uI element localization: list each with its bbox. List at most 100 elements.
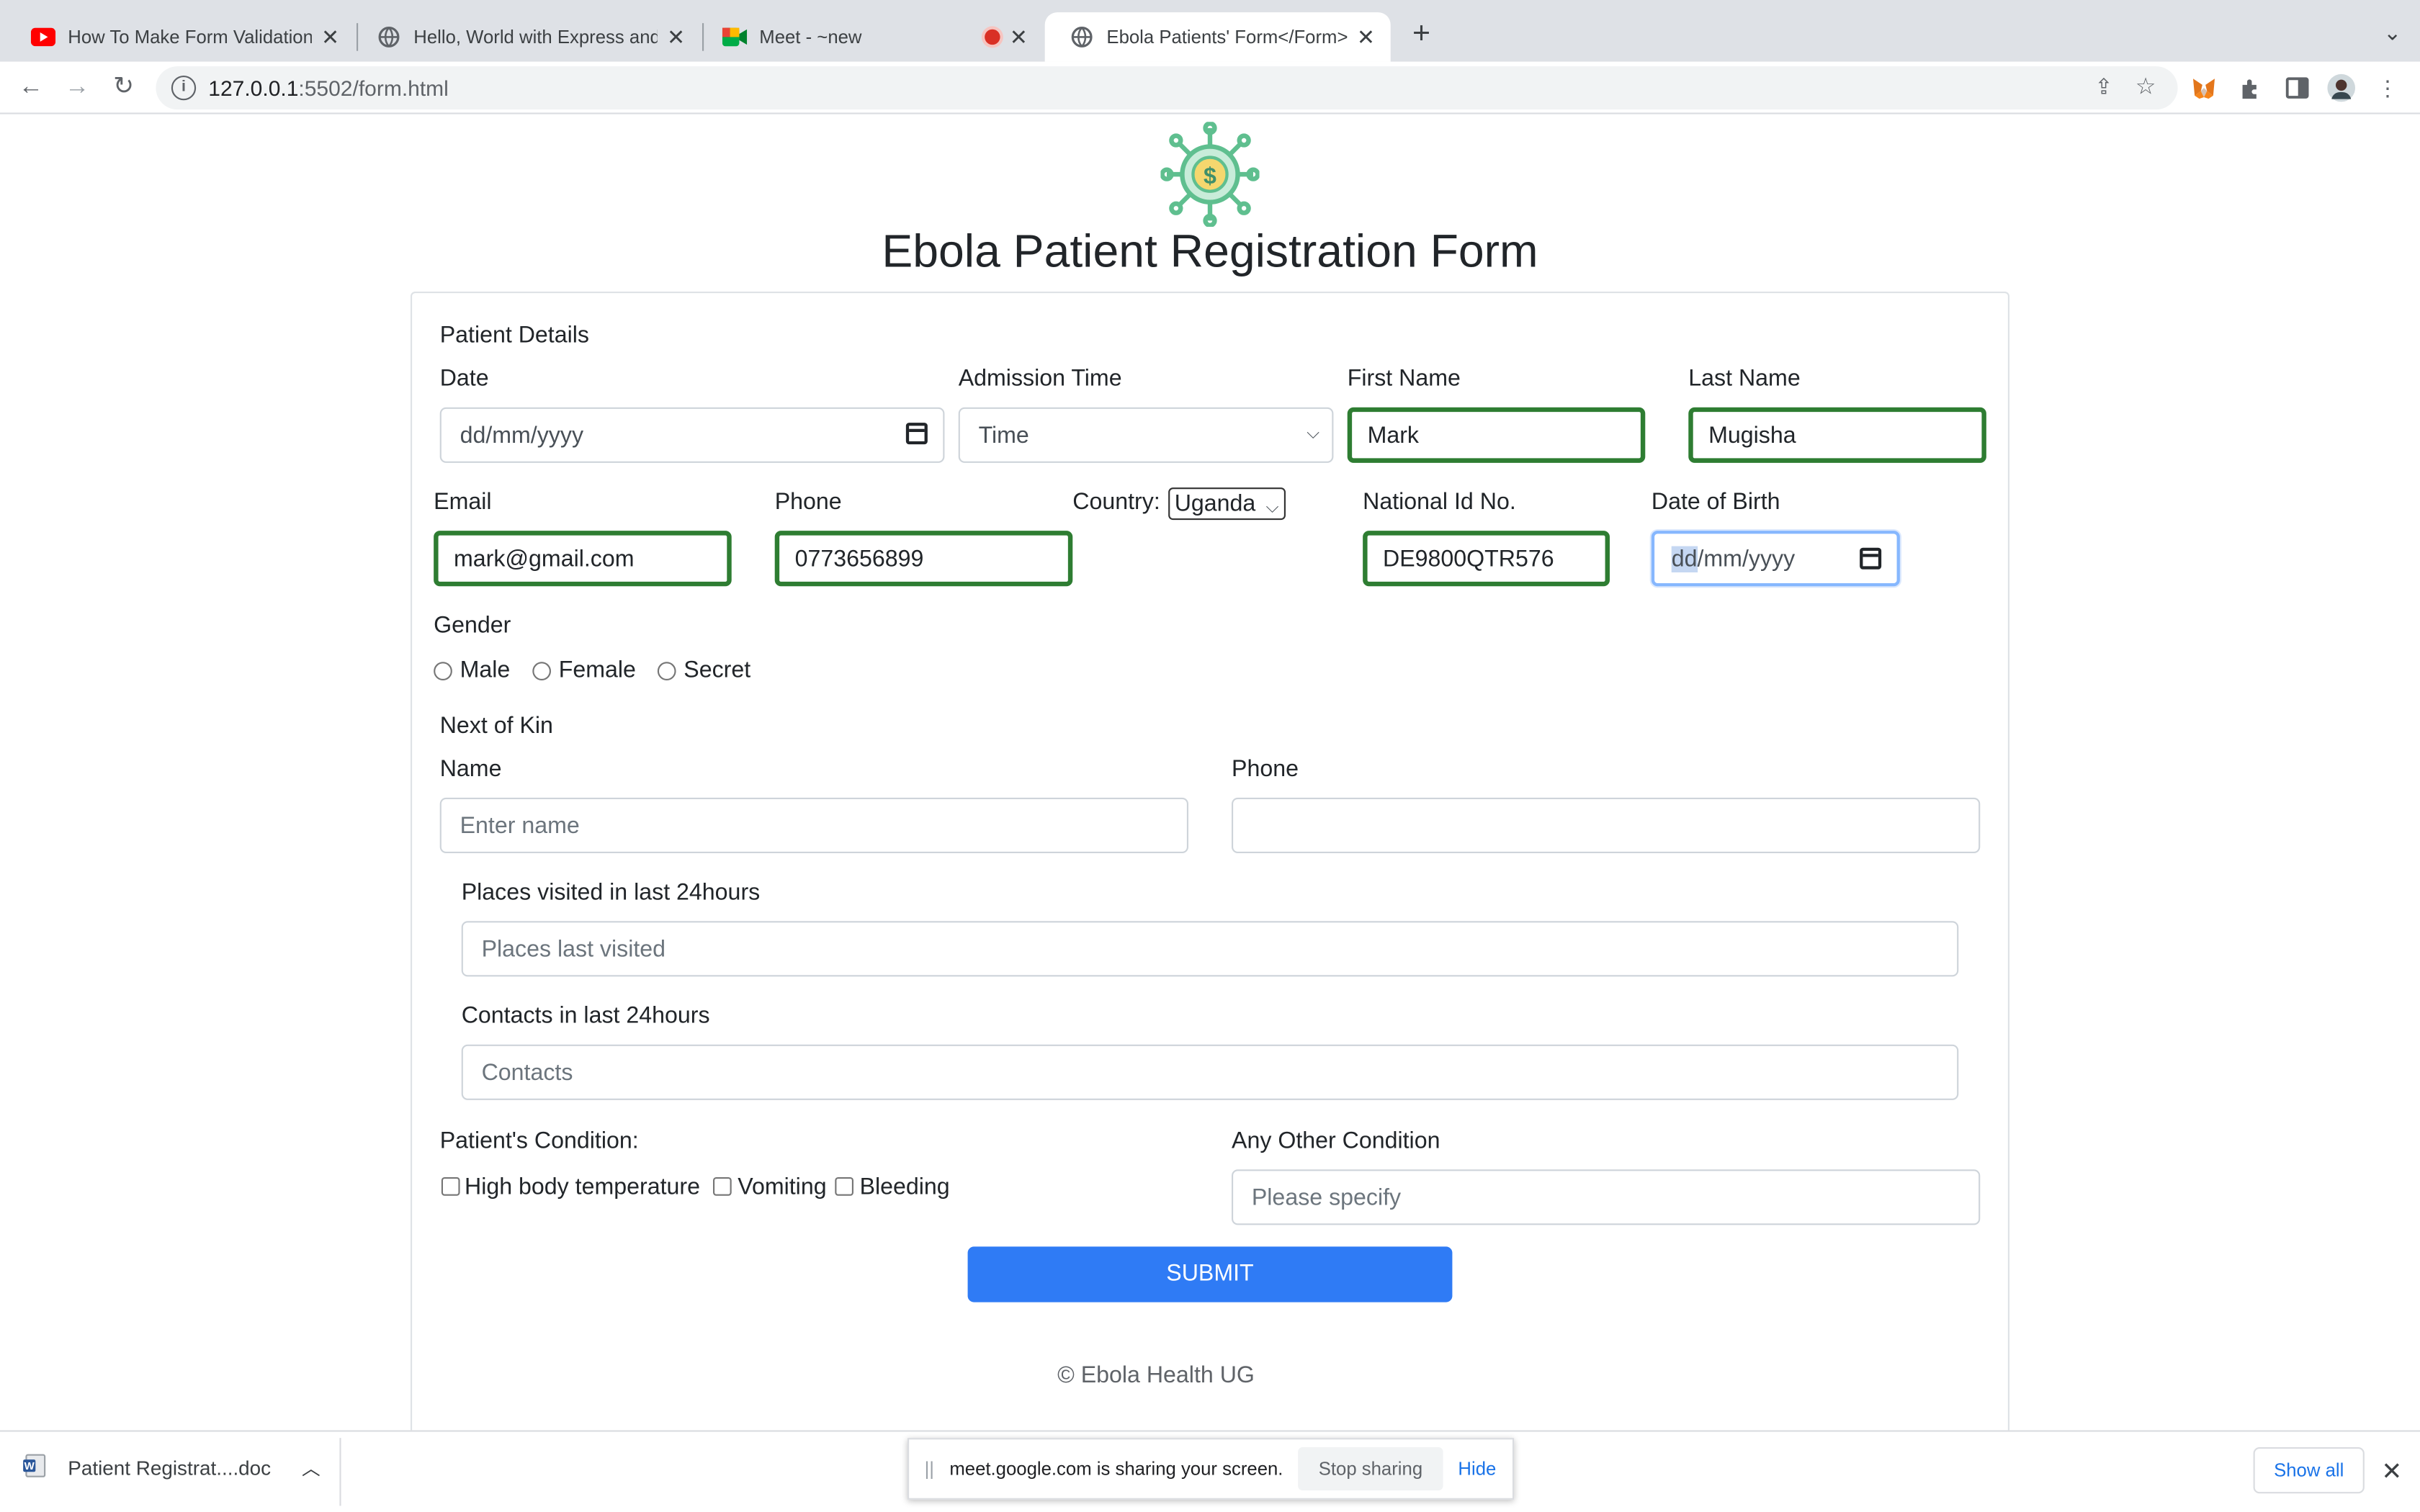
globe-icon <box>1070 24 1094 49</box>
kebab-menu-icon[interactable]: ⋮ <box>2374 74 2402 102</box>
site-info-icon[interactable]: i <box>171 76 197 101</box>
metamask-fox-icon[interactable] <box>2190 74 2218 102</box>
virus-dollar-icon: $ <box>1160 121 1260 228</box>
drag-handle-icon[interactable]: || <box>925 1458 934 1480</box>
close-icon[interactable]: ✕ <box>2381 1457 2402 1488</box>
gender-female-label: Female <box>558 657 636 684</box>
reload-icon[interactable]: ↻ <box>107 71 140 105</box>
browser-toolbar: ← → ↻ i 127.0.0.1:5502/form.html ⇪ ☆ ⋮ <box>0 61 2420 114</box>
hide-button[interactable]: Hide <box>1458 1458 1496 1480</box>
contacts-label: Contacts in last 24hours <box>461 1002 710 1030</box>
gender-label: Gender <box>434 612 511 639</box>
tab-title: Meet - ~new <box>759 26 862 48</box>
forward-arrow-icon[interactable]: → <box>60 71 94 105</box>
gender-secret-radio[interactable] <box>657 662 676 680</box>
tab-meet[interactable]: Meet - ~new ✕ <box>698 12 1044 62</box>
tab-express[interactable]: Hello, World with Express and ✕ <box>352 12 701 62</box>
download-file-name: Patient Registrat....doc <box>68 1456 272 1480</box>
email-value: mark@gmail.com <box>454 545 635 572</box>
places-placeholder: Places last visited <box>481 935 666 963</box>
high-temp-label: High body temperature <box>465 1174 700 1201</box>
globe-icon <box>377 24 401 49</box>
google-meet-icon <box>722 24 748 49</box>
dob-field[interactable]: dd/mm/yyyy <box>1651 531 1900 587</box>
national-id-field[interactable]: DE9800QTR576 <box>1363 531 1610 587</box>
gender-female-radio[interactable] <box>532 662 551 680</box>
bleeding-checkbox[interactable] <box>835 1177 853 1196</box>
screen-share-notice: || meet.google.com is sharing your scree… <box>908 1438 1515 1500</box>
dob-day-segment[interactable]: dd <box>1671 545 1698 572</box>
extensions-puzzle-icon[interactable] <box>2236 74 2264 102</box>
last-name-field[interactable]: Mugisha <box>1688 407 1986 463</box>
date-value: dd/mm/yyyy <box>460 422 584 449</box>
admission-time-label: Admission Time <box>958 365 1122 392</box>
close-tab-icon[interactable]: ✕ <box>663 24 688 49</box>
calendar-icon[interactable] <box>1860 547 1882 570</box>
tab-ebola-form[interactable]: Ebola Patients' Form</Form> ✕ <box>1044 12 1391 62</box>
other-condition-label: Any Other Condition <box>1232 1128 1440 1154</box>
other-condition-input[interactable]: Please specify <box>1232 1169 1981 1225</box>
country-label: Country: <box>1072 489 1160 516</box>
stop-sharing-button[interactable]: Stop sharing <box>1298 1446 1443 1490</box>
show-all-button[interactable]: Show all <box>2253 1446 2365 1494</box>
tab-search-chevron-icon[interactable]: ⌄ <box>2383 20 2401 46</box>
contacts-input[interactable]: Contacts <box>461 1044 1959 1100</box>
chevron-up-icon[interactable]: ︿ <box>302 1455 321 1481</box>
email-field[interactable]: mark@gmail.com <box>434 531 732 587</box>
svg-text:$: $ <box>1204 163 1216 189</box>
gender-male-label: Male <box>460 657 511 684</box>
svg-text:W: W <box>24 1460 35 1472</box>
country-select[interactable]: Uganda ⌵ <box>1168 487 1286 521</box>
close-tab-icon[interactable]: ✕ <box>318 24 342 49</box>
phone-field[interactable]: 0773656899 <box>774 531 1073 587</box>
admission-time-value: Time <box>978 422 1029 449</box>
tab-title: Ebola Patients' Form</Form> <box>1106 26 1348 48</box>
dob-rest: /mm/yyyy <box>1697 545 1796 572</box>
date-field[interactable]: dd/mm/yyyy <box>439 407 945 463</box>
submit-button[interactable]: SUBMIT <box>967 1246 1453 1302</box>
chevron-down-icon: ⌵ <box>1307 424 1320 443</box>
kin-name-label: Name <box>439 756 502 783</box>
first-name-value: Mark <box>1367 422 1420 449</box>
close-tab-icon[interactable]: ✕ <box>1006 24 1031 49</box>
dob-label: Date of Birth <box>1651 489 1780 516</box>
download-bar: W Patient Registrat....doc ︿ || meet.goo… <box>0 1430 2420 1512</box>
tab-title: How To Make Form Validation U <box>68 26 312 48</box>
calendar-icon[interactable] <box>905 423 928 445</box>
address-bar[interactable]: i 127.0.0.1:5502/form.html ⇪ ☆ <box>156 66 2178 110</box>
national-id-value: DE9800QTR576 <box>1383 545 1554 572</box>
phone-label: Phone <box>774 489 842 516</box>
places-input[interactable]: Places last visited <box>461 921 1959 977</box>
download-item[interactable]: W Patient Registrat....doc ︿ <box>22 1454 321 1483</box>
tab-youtube[interactable]: How To Make Form Validation U ✕ <box>6 12 355 62</box>
profile-avatar[interactable] <box>2327 73 2355 102</box>
kin-name-input[interactable]: Enter name <box>439 797 1188 853</box>
share-message: meet.google.com is sharing your screen. <box>949 1457 1283 1480</box>
contacts-placeholder: Contacts <box>481 1059 573 1086</box>
vomiting-label: Vomiting <box>738 1174 827 1201</box>
patient-details-heading: Patient Details <box>439 322 589 349</box>
next-of-kin-heading: Next of Kin <box>439 712 553 739</box>
kin-phone-input[interactable] <box>1232 797 1981 853</box>
share-icon[interactable]: ⇪ <box>2094 74 2112 100</box>
chevron-down-icon: ⌵ <box>1265 498 1279 517</box>
admission-time-select[interactable]: Time ⌵ <box>958 407 1334 463</box>
recording-icon <box>985 29 1000 45</box>
bookmark-star-icon[interactable]: ☆ <box>2136 73 2156 100</box>
condition-label: Patient's Condition: <box>439 1128 639 1154</box>
page-title: Ebola Patient Registration Form <box>882 227 1538 278</box>
first-name-field[interactable]: Mark <box>1347 407 1646 463</box>
bleeding-label: Bleeding <box>859 1174 950 1201</box>
vomiting-checkbox[interactable] <box>712 1177 732 1196</box>
side-panel-icon[interactable] <box>2282 74 2311 102</box>
new-tab-button[interactable]: + <box>1404 17 1438 51</box>
close-tab-icon[interactable]: ✕ <box>1353 24 1378 49</box>
back-arrow-icon[interactable]: ← <box>14 71 48 105</box>
youtube-icon <box>30 24 56 49</box>
high-temp-checkbox[interactable] <box>441 1177 460 1196</box>
gender-male-radio[interactable] <box>434 662 452 680</box>
tab-title: Hello, World with Express and <box>413 26 658 48</box>
other-condition-placeholder: Please specify <box>1251 1184 1402 1211</box>
national-id-label: National Id No. <box>1363 489 1516 516</box>
last-name-value: Mugisha <box>1708 422 1796 449</box>
